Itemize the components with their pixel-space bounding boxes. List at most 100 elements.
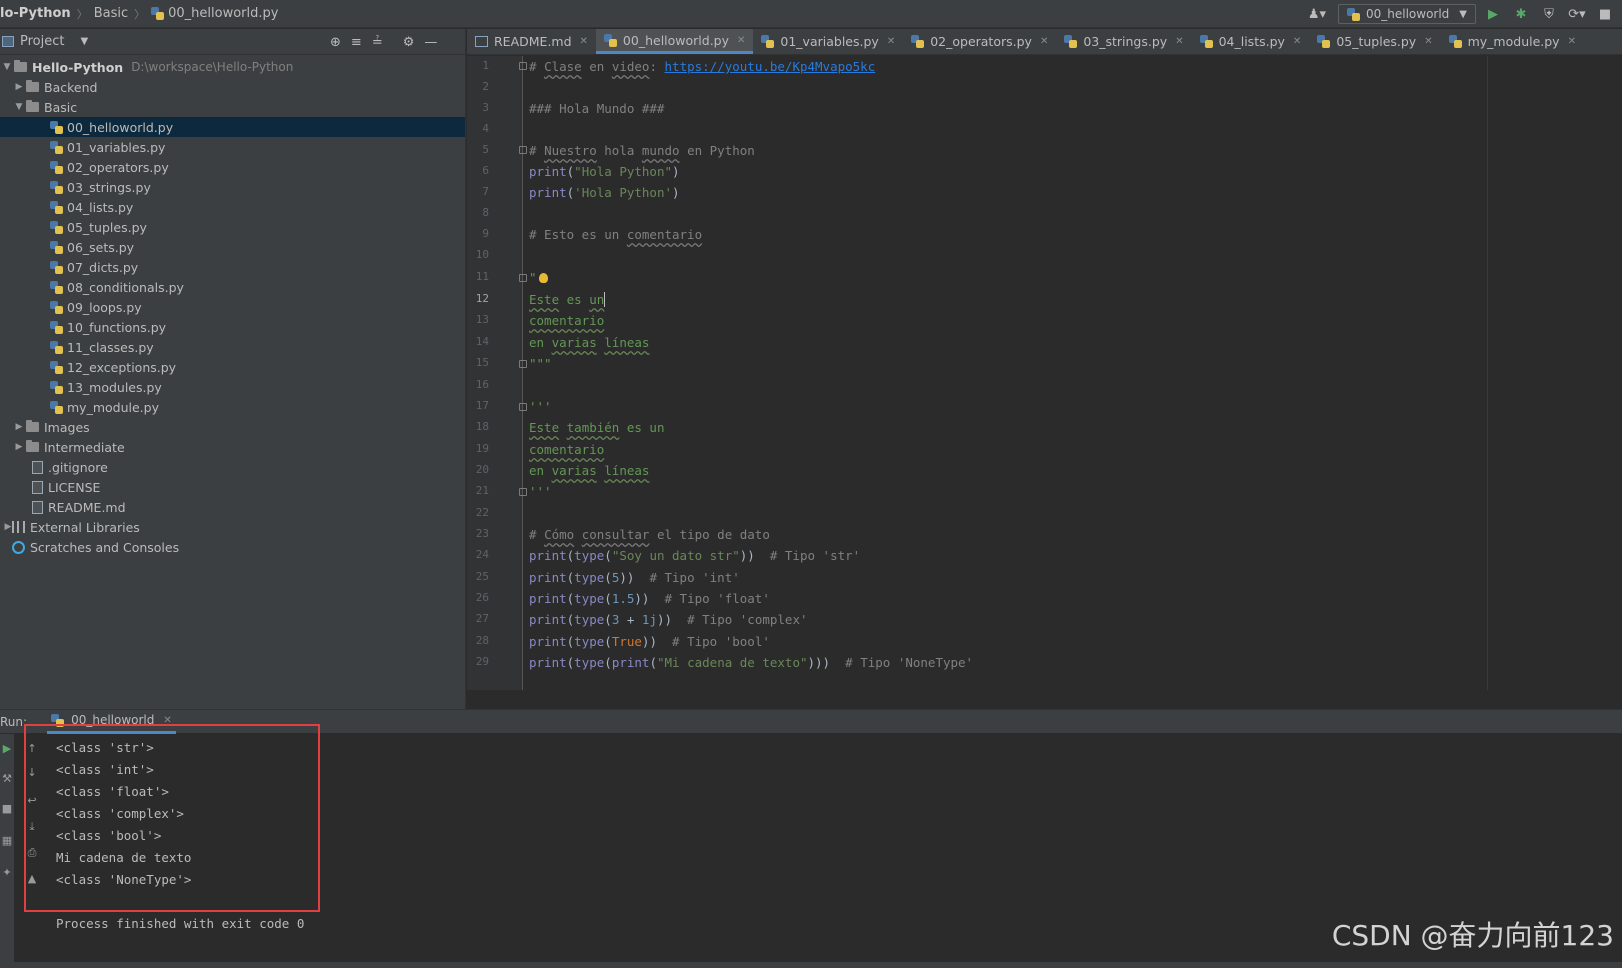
close-icon[interactable]: ✕ bbox=[1175, 36, 1183, 47]
tree-item-file[interactable]: 13_modules.py bbox=[0, 377, 465, 397]
run-icon[interactable]: ▶ bbox=[1482, 4, 1504, 24]
tab-03-strings[interactable]: 03_strings.py ✕ bbox=[1056, 29, 1191, 54]
chevron-down-icon[interactable]: ▼ bbox=[0, 62, 14, 72]
user-icon[interactable]: ♟▾ bbox=[1302, 4, 1332, 24]
video-link[interactable]: https://youtu.be/Kp4Mvapo5kc bbox=[665, 59, 876, 74]
tree-item-file[interactable]: 11_classes.py bbox=[0, 337, 465, 357]
close-icon[interactable]: ✕ bbox=[737, 35, 745, 46]
chevron-down-icon: ▼ bbox=[1459, 8, 1467, 20]
tree-item-label: Backend bbox=[44, 79, 98, 95]
fold-marker-icon[interactable] bbox=[519, 274, 527, 282]
project-view-selector[interactable]: Project ▼ bbox=[0, 34, 88, 49]
chevron-right-icon[interactable]: ▶ bbox=[12, 82, 26, 92]
run-config-select[interactable]: 00_helloworld ▼ bbox=[1337, 4, 1476, 24]
layout-icon[interactable]: ▦ bbox=[0, 834, 14, 847]
expand-all-icon[interactable]: ≡ bbox=[351, 35, 362, 50]
tree-item-backend[interactable]: ▶ Backend bbox=[0, 77, 465, 97]
tree-item-intermediate[interactable]: ▶ Intermediate bbox=[0, 437, 465, 457]
python-file-icon bbox=[50, 260, 63, 274]
code-editor[interactable]: 1 2 3 4 5 6 7 8 9 10 11 12 13 14 15 16 1… bbox=[467, 56, 1622, 708]
tab-readme[interactable]: README.md ✕ bbox=[467, 29, 596, 54]
tab-04-lists[interactable]: 04_lists.py ✕ bbox=[1192, 29, 1310, 54]
tree-item-file[interactable]: README.md bbox=[0, 497, 465, 517]
collapse-all-icon[interactable]: ≟ bbox=[372, 35, 383, 50]
tree-item-label: Basic bbox=[44, 99, 78, 115]
debug-icon[interactable]: ✱ bbox=[1510, 4, 1532, 24]
tree-item-file[interactable]: 02_operators.py bbox=[0, 157, 465, 177]
tree-item-file[interactable]: 00_helloworld.py bbox=[0, 117, 465, 137]
code-line: print(type(True)) # Tipo 'bool' bbox=[529, 634, 770, 649]
tree-item-file[interactable]: 08_conditionals.py bbox=[0, 277, 465, 297]
wrench-icon[interactable]: ⚒ bbox=[0, 772, 14, 785]
tree-item-file[interactable]: .gitignore bbox=[0, 457, 465, 477]
breadcrumb-project[interactable]: lo-Python bbox=[0, 6, 71, 21]
chevron-right-icon[interactable]: ▶ bbox=[12, 422, 26, 432]
close-icon[interactable]: ✕ bbox=[1424, 36, 1432, 47]
lightbulb-icon[interactable] bbox=[538, 273, 548, 283]
profile-icon[interactable]: ⟳▾ bbox=[1566, 4, 1588, 24]
tab-my-module[interactable]: my_module.py ✕ bbox=[1441, 29, 1584, 54]
stop-icon[interactable]: ■ bbox=[1594, 4, 1616, 24]
run-label: Run: bbox=[0, 714, 28, 729]
tree-item-label: my_module.py bbox=[67, 399, 159, 415]
tab-01-variables[interactable]: 01_variables.py ✕ bbox=[753, 29, 903, 54]
tree-item-file[interactable]: 01_variables.py bbox=[0, 137, 465, 157]
chevron-right-icon[interactable]: ▶ bbox=[12, 442, 26, 452]
tree-item-file[interactable]: my_module.py bbox=[0, 397, 465, 417]
breadcrumb-folder[interactable]: Basic bbox=[94, 6, 128, 21]
tree-item-label: 04_lists.py bbox=[67, 199, 134, 215]
fold-marker-icon[interactable] bbox=[519, 146, 527, 154]
tab-00-helloworld[interactable]: 00_helloworld.py ✕ bbox=[595, 29, 754, 54]
fold-marker-icon[interactable] bbox=[519, 62, 527, 70]
code-area[interactable]: # Clase en video: https://youtu.be/Kp4Mv… bbox=[529, 56, 1622, 708]
horizontal-scrollbar[interactable] bbox=[467, 690, 1622, 708]
tree-item-file[interactable]: 05_tuples.py bbox=[0, 217, 465, 237]
fold-marker-icon[interactable] bbox=[519, 360, 527, 368]
tree-item-file[interactable]: 12_exceptions.py bbox=[0, 357, 465, 377]
close-icon[interactable]: ✕ bbox=[580, 36, 588, 47]
breadcrumb-file[interactable]: 00_helloworld.py bbox=[168, 6, 278, 21]
tree-item-file[interactable]: LICENSE bbox=[0, 477, 465, 497]
python-file-icon bbox=[50, 220, 63, 234]
locate-icon[interactable]: ⊕ bbox=[330, 35, 341, 50]
tab-05-tuples[interactable]: 05_tuples.py ✕ bbox=[1309, 29, 1440, 54]
gear-icon[interactable]: ⚙ bbox=[403, 35, 415, 50]
tree-item-scratches[interactable]: Scratches and Consoles bbox=[0, 537, 465, 557]
code-line: comentario bbox=[529, 442, 605, 457]
code-line: # Cómo consultar el tipo de dato bbox=[529, 527, 770, 542]
tree-item-label: 05_tuples.py bbox=[67, 219, 147, 235]
stop-icon[interactable]: ■ bbox=[0, 802, 14, 815]
chevron-right-icon[interactable]: ▶ bbox=[4, 522, 12, 532]
tree-item-label: Intermediate bbox=[44, 439, 125, 455]
coverage-icon[interactable]: ⛨ bbox=[1538, 4, 1560, 24]
fold-marker-icon[interactable] bbox=[519, 488, 527, 496]
chevron-down-icon[interactable]: ▼ bbox=[12, 102, 26, 112]
tab-02-operators[interactable]: 02_operators.py ✕ bbox=[903, 29, 1056, 54]
close-icon[interactable]: ✕ bbox=[887, 36, 895, 47]
close-icon[interactable]: ✕ bbox=[1568, 36, 1576, 47]
folder-icon bbox=[26, 440, 39, 452]
tree-item-external-libraries[interactable]: ▶ External Libraries bbox=[0, 517, 465, 537]
tree-item-root[interactable]: ▼ Hello-Python D:\workspace\Hello-Python bbox=[0, 57, 465, 77]
tree-item-label: LICENSE bbox=[48, 479, 101, 495]
tree-item-images[interactable]: ▶ Images bbox=[0, 417, 465, 437]
pin-icon[interactable]: ✦ bbox=[0, 866, 14, 879]
tree-item-file[interactable]: 10_functions.py bbox=[0, 317, 465, 337]
tree-item-file[interactable]: 06_sets.py bbox=[0, 237, 465, 257]
tab-label: 03_strings.py bbox=[1083, 34, 1168, 49]
tree-item-file[interactable]: 04_lists.py bbox=[0, 197, 465, 217]
tree-item-file[interactable]: 07_dicts.py bbox=[0, 257, 465, 277]
close-icon[interactable]: ✕ bbox=[1040, 36, 1048, 47]
tree-item-basic[interactable]: ▼ Basic bbox=[0, 97, 465, 117]
line-number: 26 bbox=[475, 591, 489, 604]
console-line: <class 'bool'> bbox=[56, 828, 162, 843]
fold-marker-icon[interactable] bbox=[519, 403, 527, 411]
tree-item-label: 06_sets.py bbox=[67, 239, 135, 255]
tree-item-file[interactable]: 03_strings.py bbox=[0, 177, 465, 197]
close-icon[interactable]: ✕ bbox=[1293, 36, 1301, 47]
line-number: 11 bbox=[475, 270, 489, 283]
hide-icon[interactable]: — bbox=[424, 35, 437, 50]
tree-item-file[interactable]: 09_loops.py bbox=[0, 297, 465, 317]
rerun-icon[interactable]: ▶ bbox=[0, 742, 14, 755]
folder-icon bbox=[26, 420, 39, 432]
